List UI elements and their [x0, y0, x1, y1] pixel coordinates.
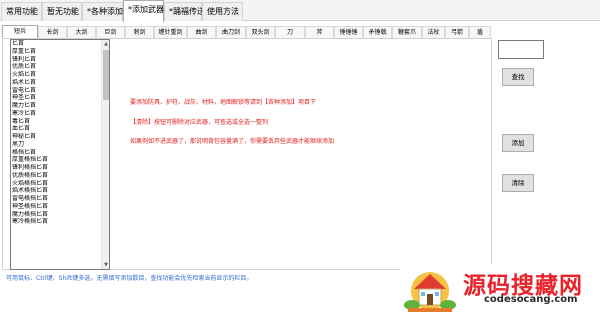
- list-item[interactable]: 火焰格挡匕首: [11, 180, 109, 188]
- weapon-tab-hammer[interactable]: 锤锤锤: [334, 26, 363, 38]
- weapon-tab-staff[interactable]: 法杖: [422, 26, 445, 38]
- weapon-tab-colossal-sword[interactable]: 巨剑: [96, 26, 125, 38]
- weapon-category-tabs: 短兵 长剑 大剑 巨剑 刺剑 缠针重剑 曲剑 曲刀剑 双头剑 刀 斧 锤锤锤 矛…: [0, 25, 492, 38]
- list-item[interactable]: 雷电匕首: [11, 87, 109, 95]
- list-item[interactable]: 血匕首: [11, 125, 109, 133]
- weapon-tab-long-sword[interactable]: 长剑: [38, 26, 67, 38]
- weapon-tab-dagger[interactable]: 短兵: [2, 25, 38, 38]
- weapon-tab-curved-sword[interactable]: 曲剑: [187, 26, 216, 38]
- list-item[interactable]: 厚重格挡匕首: [11, 156, 109, 164]
- list-item[interactable]: 神圣格挡匕首: [11, 203, 109, 211]
- weapon-tab-spear-halberd[interactable]: 矛锤戟: [363, 26, 392, 38]
- list-item[interactable]: 神圣匕首: [11, 94, 109, 102]
- weapon-tab-thrusting-sword[interactable]: 刺剑: [125, 26, 154, 38]
- list-item[interactable]: 锋利匕首: [11, 56, 109, 64]
- tab-grace-teleport[interactable]: *踊福传送: [164, 2, 205, 21]
- weapon-tab-bow[interactable]: 弓箭: [445, 26, 469, 38]
- list-item[interactable]: 匕首: [11, 40, 109, 48]
- usage-hint-text: 可用鼠标、Ctrl键、Shift键多选，无需填写添加数目，查找功能会优先检索当前…: [6, 275, 253, 282]
- info-text-3: 如果例如不进武器了，那说明背包容量满了，你需要丢弃些武器才能继续添加: [130, 138, 335, 145]
- weapon-tab-katana[interactable]: 刀: [275, 26, 305, 38]
- tab-usage[interactable]: 使用方法: [202, 2, 243, 21]
- weapon-tab-greatsword[interactable]: 大剑: [67, 26, 96, 38]
- list-item[interactable]: 火焰匕首: [11, 71, 109, 79]
- weapon-list-box[interactable]: 匕首 厚重匕首 锋利匕首 优质匕首 火焰匕首 焰术匕首 雷电匕首 神圣匕首 魔力…: [10, 39, 110, 270]
- list-item[interactable]: 焰术匕首: [11, 79, 109, 87]
- weapon-tab-twinblade[interactable]: 双头剑: [246, 26, 275, 38]
- list-item[interactable]: 寒冷匕首: [11, 110, 109, 118]
- list-item[interactable]: 神秘匕首: [11, 133, 109, 141]
- add-button[interactable]: 添加: [502, 134, 534, 152]
- info-text-2: 【清除】按钮可删除对应武器，可查选或全选一整列: [130, 119, 269, 126]
- main-tab-strip: 常用功能 暂无功能 *各种添加 *添加武器 *踊福传送 使用方法: [0, 0, 600, 22]
- list-scrollbar[interactable]: ▲ ▼: [101, 40, 109, 269]
- list-item[interactable]: [11, 249, 109, 257]
- scroll-up-arrow-icon[interactable]: ▲: [102, 40, 109, 48]
- search-input[interactable]: [498, 40, 544, 59]
- info-text-1: 要添加防具、护符、战灰、材料，地图解锁等请到【各种添加】项目下: [130, 99, 317, 106]
- list-item[interactable]: 焰术格挡匕首: [11, 187, 109, 195]
- list-item[interactable]: 优质格挡匕首: [11, 172, 109, 180]
- list-item[interactable]: 毒匕首: [11, 118, 109, 126]
- list-item[interactable]: 雷电格挡匕首: [11, 195, 109, 203]
- list-item[interactable]: 锋利格挡匕首: [11, 164, 109, 172]
- list-item[interactable]: [11, 257, 109, 265]
- weapon-tab-heavy-thrusting[interactable]: 缠针重剑: [154, 26, 187, 38]
- scroll-thumb[interactable]: [103, 50, 109, 100]
- tab-no-function[interactable]: 暂无功能: [42, 2, 82, 21]
- tab-add-weapon[interactable]: *添加武器: [123, 0, 164, 22]
- tab-common-functions[interactable]: 常用功能: [1, 2, 42, 21]
- list-item[interactable]: [11, 234, 109, 242]
- list-item[interactable]: [11, 242, 109, 250]
- search-button[interactable]: 查找: [502, 68, 534, 86]
- clear-button[interactable]: 清除: [502, 174, 534, 192]
- watermark-url: codesocang.com: [484, 294, 578, 305]
- weapon-tab-whip-claw[interactable]: 鞭套爪: [392, 26, 422, 38]
- scroll-down-arrow-icon[interactable]: ▼: [102, 261, 109, 269]
- list-item[interactable]: 黑刀: [11, 141, 109, 149]
- weapon-tab-curved-greatsword[interactable]: 曲刀剑: [216, 26, 246, 38]
- list-item[interactable]: 寒冷格挡匕首: [11, 218, 109, 226]
- house-logo-icon: [404, 272, 456, 312]
- list-item[interactable]: 魔力格挡匕首: [11, 211, 109, 219]
- watermark: 源码搜藏网 codesocang.com: [400, 264, 600, 314]
- weapon-tab-shield[interactable]: 盾: [469, 26, 491, 38]
- list-item[interactable]: 厚重匕首: [11, 48, 109, 56]
- tab-various-add[interactable]: *各种添加: [82, 2, 123, 21]
- list-item[interactable]: [11, 226, 109, 234]
- list-item[interactable]: 优质匕首: [11, 63, 109, 71]
- list-item[interactable]: 魔力匕首: [11, 102, 109, 110]
- list-item[interactable]: 格挡匕首: [11, 149, 109, 157]
- weapon-tab-axe[interactable]: 斧: [305, 26, 334, 38]
